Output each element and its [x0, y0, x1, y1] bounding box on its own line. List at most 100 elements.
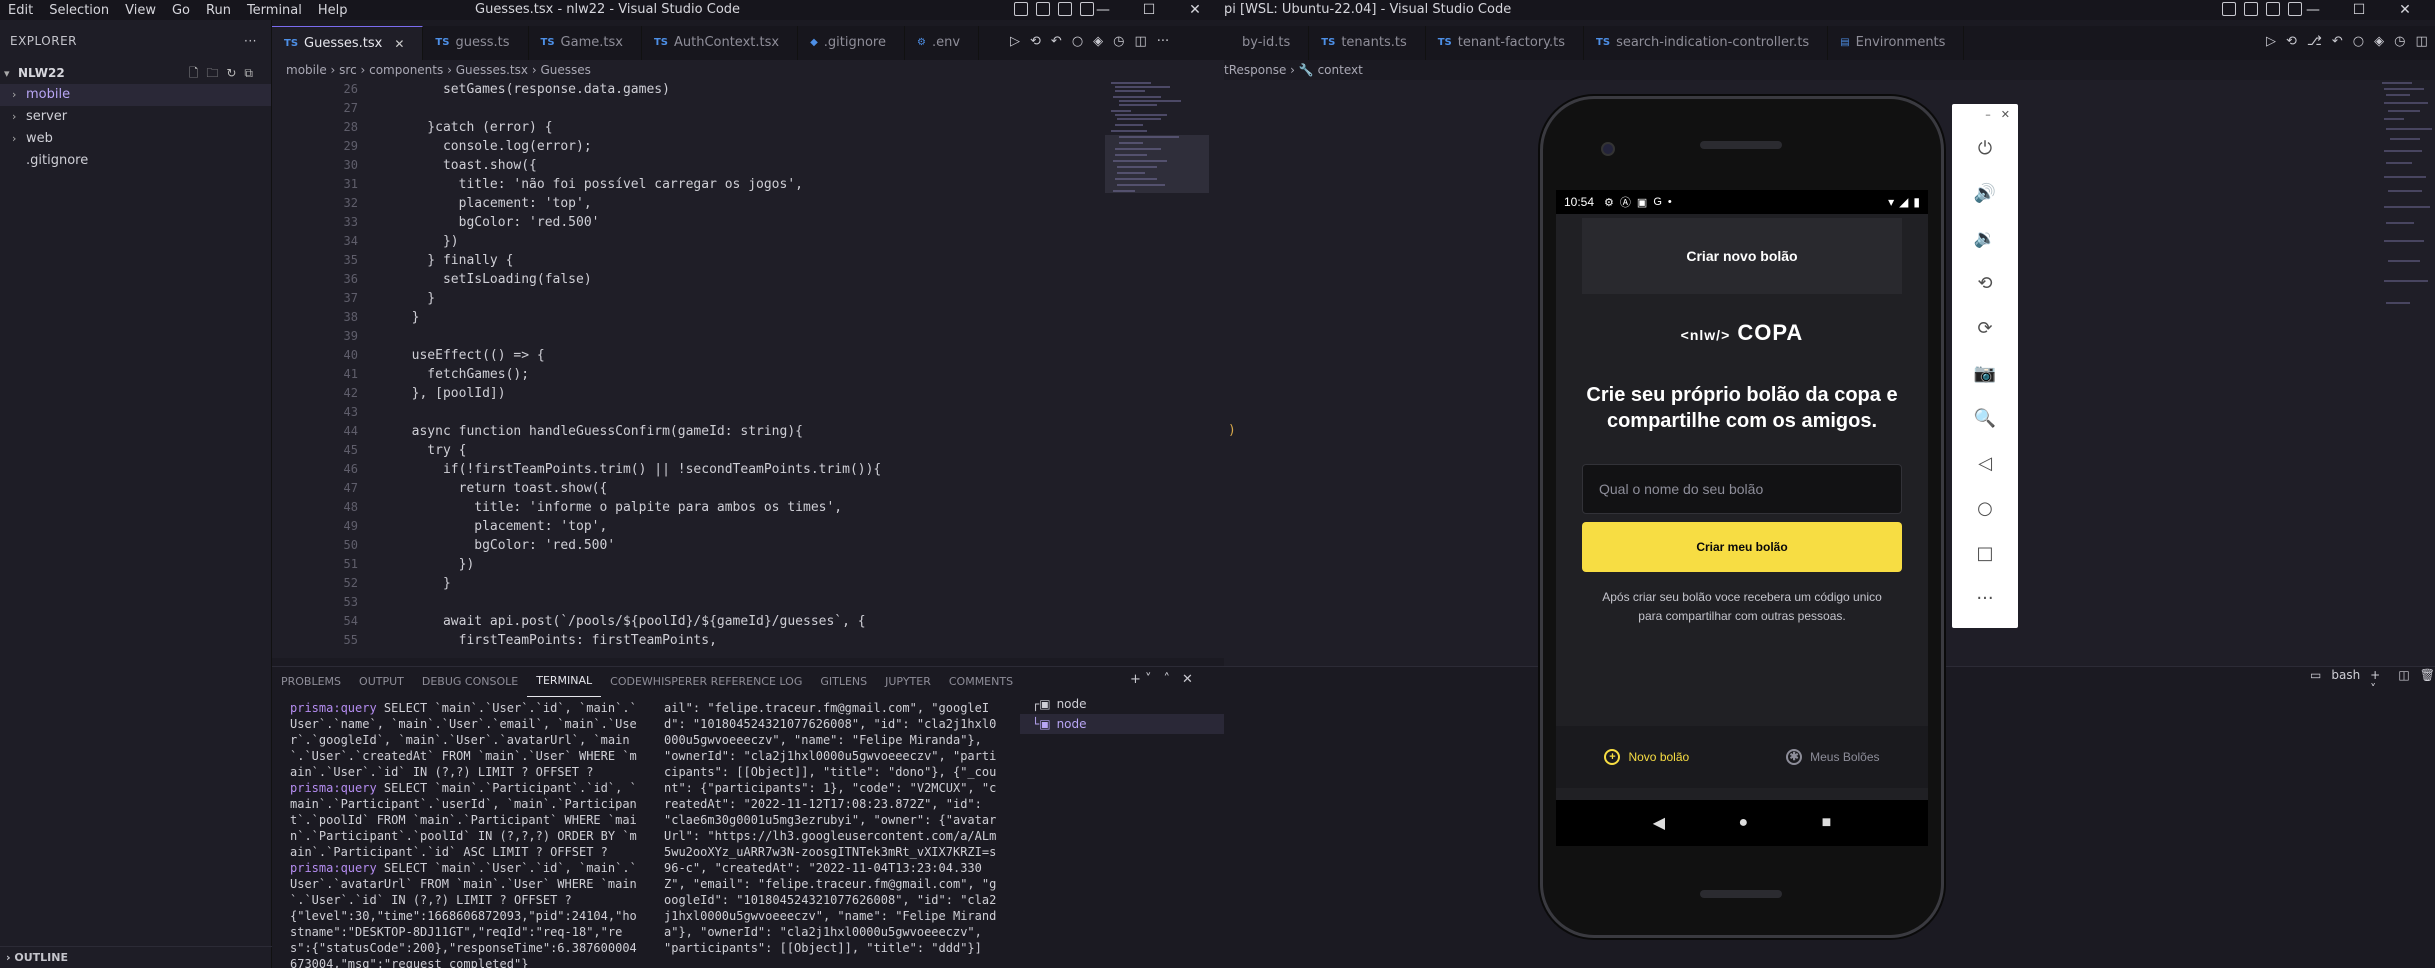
tab-my-pools[interactable]: ✱ Meus Bolões — [1786, 749, 1880, 765]
menu-run[interactable]: Run — [198, 3, 239, 18]
right-minimap[interactable] — [2378, 80, 2435, 400]
new-terminal-icon[interactable]: + ˅ — [1130, 672, 1152, 687]
workspace-root[interactable]: ▾ NLW22 🗋🗀↻⧉ — [0, 62, 271, 84]
tree-item-gitignore[interactable]: .gitignore — [0, 150, 271, 172]
tab--gitignore[interactable]: ◆ .gitignore — [798, 26, 905, 60]
toggle-secondary-sidebar-icon[interactable] — [2266, 2, 2280, 16]
right-tab-search-indication-controller-ts[interactable]: TS search-indication-controller.ts — [1584, 26, 1829, 60]
close-panel-icon[interactable]: ✕ — [1182, 672, 1193, 687]
more-actions-icon[interactable]: ··· — [244, 20, 257, 62]
tree-item-mobile[interactable]: › mobile — [0, 84, 271, 106]
volume-down-icon[interactable]: 🔉 — [1952, 216, 2018, 261]
breadcrumb-item[interactable]: Guesses — [540, 63, 590, 77]
back-triangle-icon[interactable]: ◀ — [1653, 813, 1665, 833]
back-triangle-icon[interactable]: ◁ — [1952, 441, 2018, 486]
rotate-right-icon[interactable]: ⟳ — [1952, 306, 2018, 351]
panel-tab-gitlens[interactable]: GITLENS — [811, 667, 876, 697]
circle-icon[interactable]: ○ — [1072, 34, 1083, 49]
maximize-panel-icon[interactable]: ˄ — [1164, 672, 1171, 687]
right-tab-tenants-ts[interactable]: TS tenants.ts — [1309, 26, 1426, 60]
menu-go[interactable]: Go — [164, 3, 198, 18]
right-tab-by-id-ts[interactable]: by-id.ts — [1224, 26, 1310, 60]
history-icon[interactable]: ⟲ — [2286, 34, 2297, 49]
breadcrumb-item[interactable]: components — [369, 63, 443, 77]
clock-icon[interactable]: ◷ — [2394, 34, 2405, 49]
terminal-entry-node-2[interactable]: └▣ node — [1020, 714, 1224, 734]
close-tab-icon[interactable]: ✕ — [394, 27, 404, 61]
new-terminal-icon[interactable]: + ˅ — [2370, 668, 2388, 696]
close-icon[interactable]: ✕ — [2382, 2, 2428, 18]
power-icon[interactable]: ⏻ — [1952, 126, 2018, 171]
maximize-icon[interactable]: ☐ — [2336, 2, 2382, 18]
more-icon[interactable]: ··· — [1952, 576, 2018, 621]
create-pool-button[interactable]: Criar meu bolão — [1582, 522, 1902, 572]
panel-tab-debug-console[interactable]: DEBUG CONSOLE — [413, 667, 527, 697]
split-editor-icon[interactable]: ◫ — [2415, 34, 2427, 49]
code-editor[interactable]: 26 setGames(response.data.games) 27 28 }ca… — [272, 80, 1224, 658]
minimap-viewport[interactable] — [1105, 135, 1209, 193]
panel-tab-problems[interactable]: PROBLEMS — [272, 667, 350, 697]
zoom-icon[interactable]: 🔍 — [1952, 396, 2018, 441]
minimize-icon[interactable]: — — [2290, 2, 2336, 18]
toggle-sidebar-icon[interactable] — [1014, 2, 1028, 16]
toggle-secondary-sidebar-icon[interactable] — [1058, 2, 1072, 16]
tree-item-web[interactable]: › web — [0, 128, 271, 150]
tab-guesses-tsx[interactable]: TS Guesses.tsx ✕ — [272, 26, 424, 61]
minimize-icon[interactable]: – — [1985, 108, 1991, 126]
toggle-panel-icon[interactable] — [1036, 2, 1050, 16]
right-tab-tenant-factory-ts[interactable]: TS tenant-factory.ts — [1426, 26, 1585, 60]
breadcrumb-item[interactable]: Guesses.tsx — [456, 63, 528, 77]
run-icon[interactable]: ▷ — [1010, 34, 1020, 49]
toggle-sidebar-icon[interactable] — [2222, 2, 2236, 16]
panel-tab-output[interactable]: OUTPUT — [350, 667, 413, 697]
split-terminal-icon[interactable]: ◫ — [2398, 668, 2409, 696]
tab-new-pool[interactable]: + Novo bolão — [1604, 749, 1689, 765]
back-icon[interactable]: ↶ — [2332, 34, 2343, 49]
tab-game-tsx[interactable]: TS Game.tsx — [529, 26, 642, 60]
clock-icon[interactable]: ◷ — [1113, 34, 1124, 49]
rotate-left-icon[interactable]: ⟲ — [1952, 261, 2018, 306]
explorer-actions[interactable]: 🗋🗀↻⧉ — [189, 62, 261, 84]
panel-tab-jupyter[interactable]: JUPYTER — [876, 667, 940, 697]
compare-icon[interactable]: ◈ — [2374, 34, 2384, 49]
trash-icon[interactable]: 🗑 — [2420, 668, 2435, 696]
close-icon[interactable]: ✕ — [2001, 108, 2010, 126]
panel-tab-comments[interactable]: COMMENTS — [940, 667, 1022, 697]
volume-up-icon[interactable]: 🔊 — [1952, 171, 2018, 216]
panel-tab-codewhisperer-reference-log[interactable]: CODEWHISPERER REFERENCE LOG — [601, 667, 811, 697]
close-icon[interactable]: ✕ — [1172, 2, 1218, 18]
minimize-icon[interactable]: — — [1080, 2, 1126, 18]
new-pool-header-button[interactable]: Criar novo bolão — [1582, 218, 1902, 294]
terminal-output-left[interactable]: prisma:query SELECT `main`.`User`.`id`, … — [290, 700, 640, 968]
recents-square-icon[interactable]: ■ — [1822, 814, 1832, 832]
tree-item-server[interactable]: › server — [0, 106, 271, 128]
menu-terminal[interactable]: Terminal — [239, 3, 310, 18]
compare-icon[interactable]: ◈ — [1093, 34, 1103, 49]
menu-view[interactable]: View — [117, 3, 164, 18]
tab--env[interactable]: ⚙ .env — [905, 26, 980, 60]
overview-square-icon[interactable]: □ — [1952, 531, 2018, 576]
panel-tab-terminal[interactable]: TERMINAL — [527, 666, 602, 697]
tab-guess-ts[interactable]: TS guess.ts — [423, 26, 529, 60]
right-tab-environments[interactable]: ▤ Environments — [1828, 26, 1965, 60]
menu-selection[interactable]: Selection — [41, 3, 117, 18]
maximize-icon[interactable]: ☐ — [1126, 2, 1172, 18]
history-icon[interactable]: ⟲ — [1030, 34, 1041, 49]
camera-icon[interactable]: 📷 — [1952, 351, 2018, 396]
home-circle-icon[interactable]: ○ — [1952, 486, 2018, 531]
home-circle-icon[interactable]: ● — [1738, 814, 1748, 832]
run-icon[interactable]: ▷ — [2266, 34, 2276, 49]
pool-name-input[interactable]: Qual o nome do seu bolão — [1582, 464, 1902, 514]
breadcrumb-item[interactable]: src — [339, 63, 357, 77]
back-icon[interactable]: ↶ — [1051, 34, 1062, 49]
terminal-entry-node-1[interactable]: ┌▣ node — [1020, 694, 1224, 714]
branch-icon[interactable]: ⎇ — [2307, 34, 2322, 49]
terminal-output-right[interactable]: ail": "felipe.traceur.fm@gmail.com", "go… — [664, 700, 1000, 968]
menu-help[interactable]: Help — [310, 3, 356, 18]
outline-section[interactable]: › OUTLINE — [0, 946, 272, 968]
menu-edit[interactable]: Edit — [0, 3, 41, 18]
more-actions-icon[interactable]: ··· — [1157, 34, 1169, 49]
toggle-panel-icon[interactable] — [2244, 2, 2258, 16]
breadcrumb-item[interactable]: mobile — [286, 63, 327, 77]
tab-authcontext-tsx[interactable]: TS AuthContext.tsx — [642, 26, 799, 60]
